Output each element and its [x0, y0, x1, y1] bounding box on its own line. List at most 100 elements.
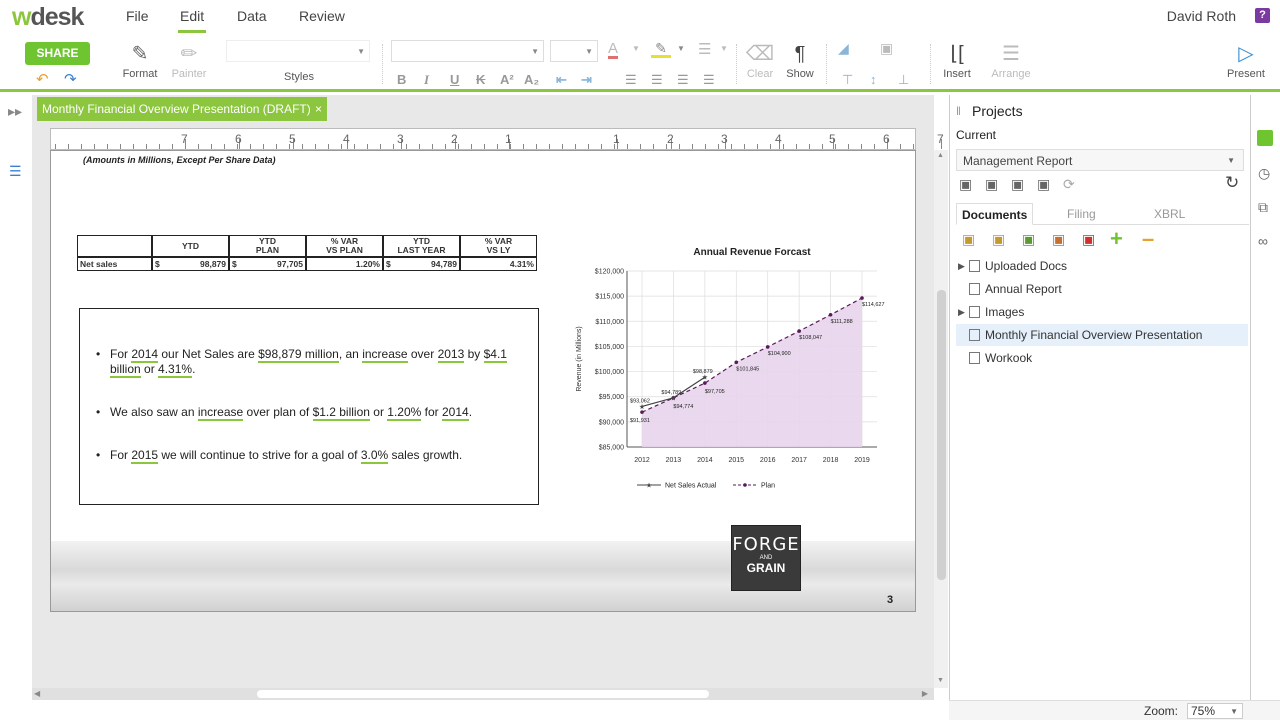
tab-xbrl[interactable]: XBRL — [1149, 203, 1190, 225]
insert-button[interactable]: ⌊[ Insert — [940, 40, 974, 80]
underline-icon[interactable]: U — [450, 72, 459, 87]
painter-button[interactable]: ✏ Painter — [170, 40, 208, 80]
font-family-dropdown[interactable]: ▼ — [391, 40, 544, 62]
strikethrough-icon[interactable]: K — [476, 72, 485, 87]
share-button[interactable]: SHARE — [25, 42, 90, 65]
plan-point — [734, 360, 739, 365]
history-icon[interactable]: ◷ — [1258, 165, 1270, 182]
horizontal-scrollbar[interactable]: ◀ ▶ — [32, 688, 934, 700]
align-right-icon[interactable]: ☰ — [677, 72, 689, 88]
table-cell[interactable]: 4.31% — [460, 257, 537, 271]
styles-dropdown[interactable]: ▼ — [226, 40, 370, 62]
expand-arrow-icon[interactable]: ▶ — [958, 301, 965, 323]
table-cell[interactable]: $97,705 — [229, 257, 306, 271]
arrange-button[interactable]: ☰ Arrange — [990, 40, 1032, 80]
revenue-chart[interactable]: Annual Revenue Forcast $85,000 $90,000 $95,… — [571, 239, 911, 499]
zoom-select[interactable]: 75% ▼ — [1187, 703, 1243, 719]
financial-table[interactable]: YTD YTD PLAN % VAR VS PLAN YTD LAST YEAR % … — [77, 235, 537, 271]
horizontal-scroll-thumb[interactable] — [257, 690, 709, 698]
import-icon[interactable]: ▣ — [1052, 231, 1065, 248]
indent-icon[interactable]: ⇥ — [581, 72, 592, 88]
project-select[interactable]: Management Report ▼ — [956, 149, 1244, 171]
new-folder-icon[interactable]: ▣ — [962, 231, 975, 248]
scroll-left-icon[interactable]: ◀ — [34, 689, 40, 698]
table-cell[interactable]: $94,789 — [383, 257, 460, 271]
sync-icon[interactable]: ⟳ — [1063, 176, 1075, 193]
justify-icon[interactable]: ☰ — [703, 72, 715, 88]
vertical-scroll-thumb[interactable] — [937, 290, 946, 580]
document-tab[interactable]: Monthly Financial Overview Presentation … — [37, 97, 327, 121]
chevron-down-icon[interactable]: ▼ — [720, 44, 728, 53]
redo-icon[interactable]: ↷ — [64, 70, 77, 88]
scroll-right-icon[interactable]: ▶ — [922, 689, 928, 698]
subscript-icon[interactable]: A₂ — [524, 72, 539, 87]
save-icon[interactable]: ▣ — [959, 176, 972, 193]
fill-icon[interactable]: ◢ — [838, 40, 849, 57]
menu-file[interactable]: File — [124, 8, 151, 30]
scroll-up-icon[interactable]: ▲ — [937, 152, 944, 159]
border-icon[interactable]: ▣ — [880, 40, 893, 57]
y-tick-label: $120,000 — [595, 269, 624, 276]
tree-item-images[interactable]: ▶ Images — [956, 301, 1248, 323]
expand-icon[interactable]: ▸▸ — [8, 103, 22, 120]
table-cell[interactable]: 1.20% — [306, 257, 383, 271]
valign-middle-icon[interactable]: ↕ — [870, 72, 877, 87]
chevron-down-icon[interactable]: ▼ — [677, 44, 685, 53]
expand-arrow-icon[interactable]: ▶ — [958, 255, 965, 277]
help-icon[interactable]: ? — [1255, 8, 1270, 23]
table-cell[interactable]: $98,879 — [152, 257, 229, 271]
present-button[interactable]: ▷ Present — [1222, 40, 1270, 80]
table-row[interactable]: Net sales $98,879 $97,705 1.20% $94,789 … — [77, 257, 537, 271]
outline-icon[interactable]: ☰ — [9, 163, 22, 180]
refresh-icon[interactable]: ↻ — [1225, 173, 1239, 193]
highlight-icon[interactable]: ✎ — [651, 40, 671, 58]
add-icon[interactable]: + — [1110, 226, 1123, 252]
ruler-minor-tick — [848, 144, 849, 149]
format-button[interactable]: ✎ Format — [122, 40, 158, 80]
bold-icon[interactable]: B — [397, 72, 406, 87]
align-center-icon[interactable]: ☰ — [651, 72, 663, 88]
folder-icon[interactable]: ▣ — [992, 231, 1005, 248]
menu-edit[interactable]: Edit — [178, 8, 207, 33]
drag-handle-icon[interactable]: ‖ — [956, 104, 961, 118]
tab-documents[interactable]: Documents — [956, 203, 1034, 225]
tree-item-annual-report[interactable]: Annual Report — [956, 278, 1248, 300]
ruler[interactable]: 7 6 5 4 3 2 1 1 2 3 4 5 6 7 — [50, 128, 944, 150]
projects-icon[interactable] — [1257, 130, 1273, 146]
save-as-icon[interactable]: ▣ — [985, 176, 998, 193]
close-icon[interactable]: × — [315, 97, 322, 121]
show-button[interactable]: ¶ Show — [784, 40, 816, 80]
link-icon[interactable]: ∞ — [1258, 233, 1268, 249]
download-icon[interactable]: ▣ — [1011, 176, 1024, 193]
valign-bottom-icon[interactable]: ⊥ — [898, 72, 909, 88]
outdent-icon[interactable]: ⇤ — [556, 72, 567, 88]
remove-icon[interactable]: – — [1142, 226, 1154, 252]
menu-review[interactable]: Review — [297, 8, 347, 30]
menu-data[interactable]: Data — [235, 8, 269, 30]
wdesk-logo[interactable]: wdesk — [12, 3, 84, 32]
tree-item-monthly-presentation[interactable]: Monthly Financial Overview Presentation — [956, 324, 1248, 346]
tab-filing[interactable]: Filing — [1062, 203, 1101, 225]
align-left-icon[interactable]: ☰ — [625, 72, 637, 88]
font-color-icon[interactable]: A — [608, 41, 619, 59]
tree-item-uploaded-docs[interactable]: ▶ Uploaded Docs — [956, 255, 1248, 277]
valign-top-icon[interactable]: ⊤ — [842, 72, 853, 88]
pdf-icon[interactable]: ▣ — [1082, 231, 1095, 248]
list-icon[interactable]: ☰ — [698, 40, 711, 58]
scroll-down-icon[interactable]: ▼ — [937, 677, 944, 684]
chevron-down-icon[interactable]: ▼ — [632, 44, 640, 53]
tree-item-workook[interactable]: Workook — [956, 347, 1248, 369]
new-document-icon[interactable]: ▣ — [1022, 231, 1035, 248]
undo-icon[interactable]: ↶ — [36, 70, 49, 88]
font-size-dropdown[interactable]: ▼ — [550, 40, 598, 62]
italic-icon[interactable]: I — [424, 72, 429, 88]
header-cell: YTD LAST YEAR — [383, 235, 460, 257]
slide[interactable]: (Amounts in Millions, Except Per Share D… — [50, 150, 916, 612]
user-name[interactable]: David Roth — [1167, 8, 1236, 24]
copy-icon[interactable]: ⧉ — [1258, 199, 1268, 216]
clear-button[interactable]: ⌫ Clear — [744, 40, 776, 80]
approve-icon[interactable]: ▣ — [1037, 176, 1050, 193]
superscript-icon[interactable]: A² — [500, 72, 514, 87]
commentary-box[interactable]: • For 2014 our Net Sales are $98,879 mill… — [79, 308, 539, 505]
vertical-scrollbar[interactable]: ▲ ▼ — [934, 150, 948, 688]
